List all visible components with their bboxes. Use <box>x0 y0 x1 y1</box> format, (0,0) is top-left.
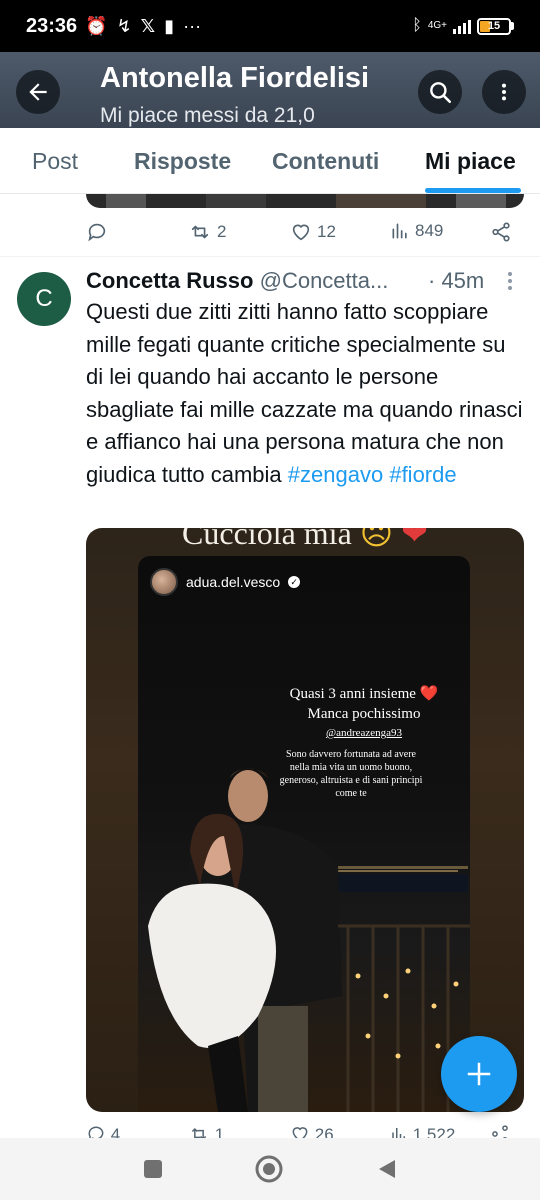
status-time: 23:36 <box>26 14 78 37</box>
alarm-icon: ⏰ <box>85 15 108 36</box>
couple-photo <box>148 768 470 1112</box>
reply-icon <box>88 223 106 242</box>
system-navigation-bar <box>0 1138 540 1200</box>
story-screenshot: adua.del.vesco ✓ Quasi 3 anni insieme ❤️… <box>138 556 470 1112</box>
tweet-header: Concetta Russo @Concetta... · 45m <box>86 268 526 296</box>
verified-badge-icon: ✓ <box>288 576 301 588</box>
home-button[interactable] <box>254 1154 284 1184</box>
tweet-text: Questi due zitti zitti hanno fatto scopp… <box>86 296 526 491</box>
tab-contenuti[interactable]: Contenuti <box>272 148 379 175</box>
compose-button[interactable] <box>441 1036 517 1112</box>
author-handle[interactable]: @Concetta... <box>260 268 389 293</box>
more-notifications-icon: ··· <box>183 15 202 36</box>
story-avatar <box>150 568 178 596</box>
tab-mi-piace[interactable]: Mi piace <box>425 148 516 175</box>
reply-count: 4 <box>110 1125 121 1138</box>
tab-risposte[interactable]: Risposte <box>134 148 231 175</box>
search-button[interactable] <box>418 70 462 114</box>
arrow-left-icon <box>29 83 47 101</box>
reply-button[interactable]: 4 <box>86 1124 120 1138</box>
like-button[interactable]: 12 <box>290 221 336 243</box>
network-type: 4G+ <box>427 20 447 31</box>
views-button[interactable]: 849 <box>390 221 443 241</box>
square-icon <box>144 1160 162 1178</box>
share-icon <box>492 1125 508 1138</box>
hashtag-link[interactable]: #fiorde <box>389 462 456 487</box>
share-button[interactable] <box>490 1124 510 1138</box>
emoji-face: ☹ <box>359 528 394 551</box>
page-subtitle: Mi piace messi da 21,0 <box>100 104 315 127</box>
next-tweet-actions: 4 1 26 1.522 <box>86 1124 526 1138</box>
back-button[interactable] <box>16 70 60 114</box>
back-nav-button[interactable] <box>372 1154 402 1184</box>
views-count: 849 <box>415 221 444 240</box>
more-options-button[interactable] <box>482 70 526 114</box>
previous-tweet-media[interactable] <box>86 194 524 208</box>
heart-icon <box>292 224 310 241</box>
recents-button[interactable] <box>138 1154 168 1184</box>
avatar[interactable]: C <box>17 272 71 326</box>
tweet-divider <box>0 256 540 257</box>
story-mention: @andreazenga93 <box>325 727 403 739</box>
active-tab-indicator <box>425 188 521 193</box>
repost-count: 1 <box>214 1125 225 1138</box>
x-logo-icon: 𝕏 <box>140 15 156 36</box>
story-line-2: Manca pochissimo <box>307 706 421 722</box>
status-bar: 23:36 ⏰ ↯ 𝕏 ▮ ··· ᛒ 4G+ 15 <box>0 0 540 52</box>
reply-icon <box>88 1126 104 1138</box>
missed-call-icon: ↯ <box>116 15 132 36</box>
tweet-media-image[interactable]: Cucciola mia ☹ ❤ adua.del.vesco ✓ Quasi … <box>86 528 524 1112</box>
views-count: 1.522 <box>412 1125 456 1138</box>
like-count: 12 <box>317 222 336 241</box>
avatar-letter: C <box>35 285 53 312</box>
story-line-1: Quasi 3 anni insieme ❤️ <box>289 686 439 702</box>
plus-icon <box>467 1062 491 1086</box>
repost-count: 2 <box>217 222 227 241</box>
battery-saver-icon: ▮ <box>164 15 175 36</box>
profile-header: Antonella Fiordelisi Mi piace messi da 2… <box>0 52 540 128</box>
vertical-dots-icon <box>501 83 507 101</box>
tweet-body: Questi due zitti zitti hanno fatto scopp… <box>86 299 523 487</box>
heart-emoji: ❤ <box>401 528 428 551</box>
repost-button[interactable]: 1 <box>188 1124 224 1138</box>
repost-icon <box>191 1127 207 1138</box>
repost-button[interactable]: 2 <box>188 221 226 243</box>
signal-icon <box>453 18 471 34</box>
tweet-time: · 45m <box>428 268 485 293</box>
hashtag-link[interactable]: #zengavo <box>288 462 383 487</box>
previous-tweet-actions: 2 12 849 <box>86 219 526 249</box>
tweet-menu-button[interactable] <box>500 272 520 292</box>
views-chart-icon <box>392 223 407 239</box>
bluetooth-icon: ᛒ <box>412 17 422 34</box>
home-circle-icon <box>255 1155 283 1183</box>
tab-post[interactable]: Post <box>32 148 78 175</box>
media-caption: Cucciola mia <box>182 528 352 551</box>
like-button[interactable]: 26 <box>290 1124 334 1138</box>
share-button[interactable] <box>490 221 512 243</box>
battery-icon: 15 <box>477 17 514 35</box>
profile-tabs: Post Risposte Contenuti Mi piace <box>0 128 540 194</box>
triangle-back-icon <box>379 1160 395 1178</box>
reply-button[interactable] <box>86 221 113 243</box>
repost-icon <box>191 225 209 239</box>
like-count: 26 <box>314 1125 334 1138</box>
author-name[interactable]: Concetta Russo <box>86 268 253 293</box>
page-title: Antonella Fiordelisi <box>100 62 370 94</box>
heart-icon <box>292 1127 308 1138</box>
views-button[interactable]: 1.522 <box>390 1124 455 1138</box>
battery-level: 15 <box>487 20 501 32</box>
views-chart-icon <box>392 1128 405 1138</box>
share-icon <box>492 222 510 242</box>
search-icon <box>430 82 452 104</box>
story-username: adua.del.vesco <box>186 574 281 590</box>
